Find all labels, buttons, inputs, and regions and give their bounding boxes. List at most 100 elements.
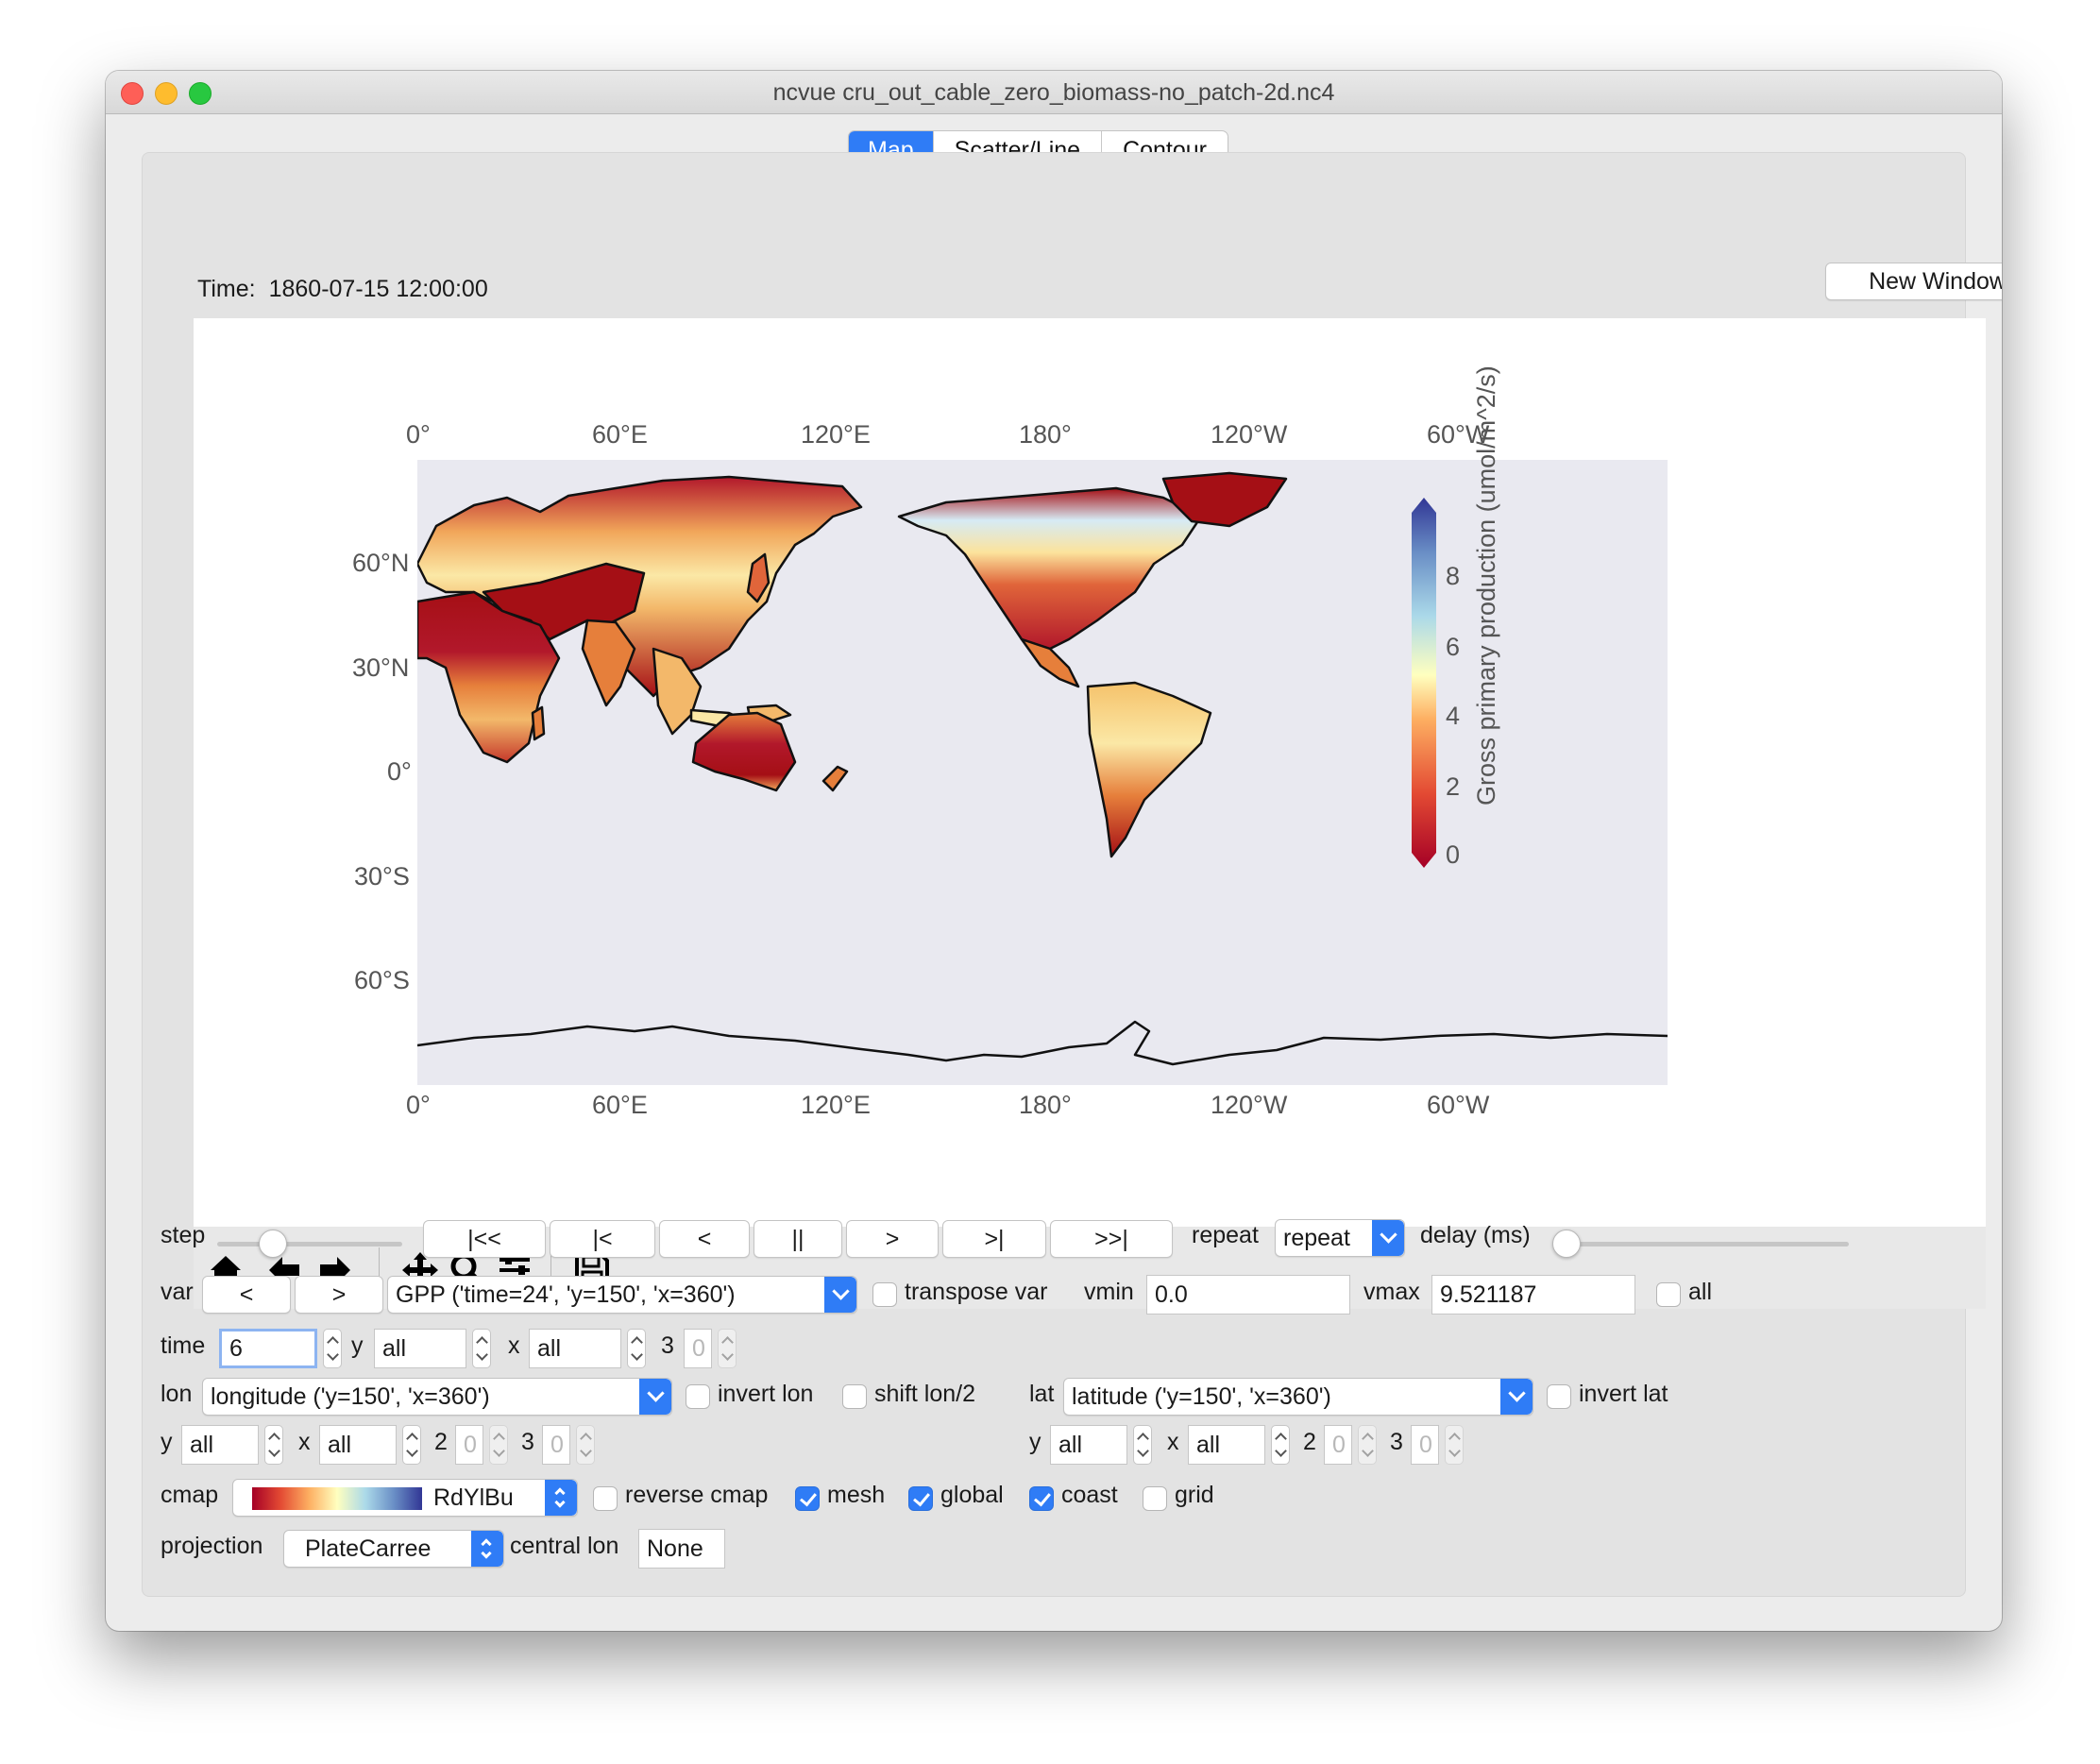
time-value: 1860-07-15 12:00:00 xyxy=(268,276,488,302)
time-label: Time: xyxy=(197,276,256,302)
latitude-select-value: latitude ('y=150', 'x=360') xyxy=(1072,1383,1331,1410)
mesh-label: mesh xyxy=(827,1482,886,1508)
chevron-down-icon xyxy=(639,1379,671,1415)
lat-dim3-stepper xyxy=(1445,1425,1464,1465)
variable-select[interactable]: GPP ('time=24', 'y=150', 'x=360') xyxy=(387,1276,857,1314)
transpose-var-label: transpose var xyxy=(905,1279,1048,1305)
lat-tick-label: 30°S xyxy=(354,862,410,890)
lon-y-stepper[interactable] xyxy=(264,1425,283,1465)
lon-x-input[interactable]: all xyxy=(319,1425,397,1465)
chevron-down-icon xyxy=(824,1277,856,1313)
grid-checkbox[interactable] xyxy=(1143,1486,1167,1511)
y-dim-input[interactable]: all xyxy=(374,1329,466,1368)
x-dim-label: x xyxy=(508,1332,520,1359)
top-tick-label: 120°E xyxy=(801,420,871,449)
grid-label: grid xyxy=(1175,1482,1214,1508)
global-checkbox[interactable] xyxy=(908,1486,933,1511)
y-dim-stepper[interactable] xyxy=(472,1329,491,1368)
top-tick-label: 180° xyxy=(1019,420,1072,449)
central-lon-label: central lon xyxy=(510,1533,619,1559)
lon-dim2-label: 2 xyxy=(434,1429,448,1455)
time-index-input[interactable]: 6 xyxy=(219,1329,317,1368)
dim3-input: 0 xyxy=(684,1329,712,1368)
lat-dim3-label: 3 xyxy=(1390,1429,1403,1455)
figure-canvas[interactable]: 0° 60°E 120°E 180° 120°W 60°W 0° 60°E 12… xyxy=(194,318,1986,1227)
lat-label: lat xyxy=(1029,1381,1055,1407)
vmin-input[interactable]: 0.0 xyxy=(1146,1275,1350,1315)
shift-lon-checkbox[interactable] xyxy=(842,1384,867,1409)
lon-label: lon xyxy=(161,1381,193,1407)
colormap-swatch xyxy=(252,1487,422,1510)
previous-step-button[interactable]: |< xyxy=(550,1220,655,1258)
x-dim-stepper[interactable] xyxy=(627,1329,646,1368)
chevron-updown-icon xyxy=(545,1480,577,1516)
lon-dim3-input: 0 xyxy=(542,1425,570,1465)
invert-lon-checkbox[interactable] xyxy=(686,1384,710,1409)
colorbar xyxy=(1412,498,1436,868)
longitude-select[interactable]: longitude ('y=150', 'x=360') xyxy=(202,1378,672,1416)
lat-y-stepper[interactable] xyxy=(1133,1425,1152,1465)
lon-dim2-input: 0 xyxy=(455,1425,483,1465)
bottom-tick-label: 180° xyxy=(1019,1091,1072,1119)
next-step-button[interactable]: >| xyxy=(942,1220,1046,1258)
vmax-input[interactable]: 9.521187 xyxy=(1431,1275,1635,1315)
lat-dim2-label: 2 xyxy=(1303,1429,1316,1455)
next-var-button[interactable]: > xyxy=(295,1276,383,1314)
cmap-label: cmap xyxy=(161,1482,219,1508)
lon-x-stepper[interactable] xyxy=(402,1425,421,1465)
all-label: all xyxy=(1688,1279,1713,1305)
repeat-select[interactable]: repeat xyxy=(1275,1219,1405,1257)
step-slider-handle[interactable] xyxy=(259,1230,287,1258)
lat-x-stepper[interactable] xyxy=(1271,1425,1290,1465)
transpose-var-checkbox[interactable] xyxy=(872,1282,897,1307)
central-lon-input[interactable]: None xyxy=(638,1529,725,1569)
play-forward-button[interactable]: > xyxy=(846,1220,939,1258)
all-checkbox[interactable] xyxy=(1656,1282,1681,1307)
last-frame-button[interactable]: >>| xyxy=(1050,1220,1173,1258)
colormap-select[interactable]: RdYlBu xyxy=(232,1479,578,1517)
pause-button[interactable]: || xyxy=(754,1220,842,1258)
play-backward-button[interactable]: < xyxy=(659,1220,750,1258)
chevron-updown-icon xyxy=(471,1531,503,1567)
projection-label: projection xyxy=(161,1533,263,1559)
colorbar-label: Gross primary production (umol/m^2/s) xyxy=(1472,365,1500,806)
coast-label: coast xyxy=(1061,1482,1118,1508)
delay-label: delay (ms) xyxy=(1420,1222,1531,1248)
lon-dim3-label: 3 xyxy=(521,1429,534,1455)
time-display: Time: 1860-07-15 12:00:00 xyxy=(197,276,501,303)
lat-y-input[interactable]: all xyxy=(1050,1425,1127,1465)
y-dim-label: y xyxy=(351,1332,364,1359)
title-bar: ncvue cru_out_cable_zero_biomass-no_patc… xyxy=(106,71,2002,114)
lat-x-input[interactable]: all xyxy=(1188,1425,1265,1465)
coast-checkbox[interactable] xyxy=(1029,1486,1054,1511)
lat-tick-label: 0° xyxy=(387,757,412,786)
lat-dim2-stepper xyxy=(1358,1425,1377,1465)
colorbar-tick-label: 4 xyxy=(1446,702,1461,730)
step-slider-track[interactable] xyxy=(217,1242,402,1247)
time-dim-label: time xyxy=(161,1332,206,1359)
bottom-tick-label: 60°E xyxy=(592,1091,648,1119)
lat-tick-label: 30°N xyxy=(352,653,410,682)
projection-select[interactable]: PlateCarree xyxy=(283,1530,504,1568)
lon-dim3-stepper xyxy=(576,1425,595,1465)
previous-var-button[interactable]: < xyxy=(202,1276,291,1314)
lat-y-label: y xyxy=(1029,1429,1042,1455)
time-index-stepper[interactable] xyxy=(323,1329,342,1368)
invert-lat-checkbox[interactable] xyxy=(1547,1384,1571,1409)
latitude-select[interactable]: latitude ('y=150', 'x=360') xyxy=(1063,1378,1533,1416)
delay-slider-handle[interactable] xyxy=(1552,1230,1581,1258)
lon-y-input[interactable]: all xyxy=(181,1425,259,1465)
window-title: ncvue cru_out_cable_zero_biomass-no_patc… xyxy=(772,79,1335,106)
x-dim-input[interactable]: all xyxy=(529,1329,621,1368)
delay-slider-track[interactable] xyxy=(1556,1242,1849,1247)
new-window-button[interactable]: New Window xyxy=(1825,263,2002,300)
mesh-checkbox[interactable] xyxy=(795,1486,820,1511)
reverse-cmap-checkbox[interactable] xyxy=(593,1486,618,1511)
invert-lat-label: invert lat xyxy=(1579,1381,1668,1407)
colorbar-tick-label: 8 xyxy=(1446,562,1461,590)
repeat-label: repeat xyxy=(1192,1222,1259,1248)
first-frame-button[interactable]: |<< xyxy=(423,1220,546,1258)
colormap-select-value: RdYlBu xyxy=(433,1484,514,1511)
vmin-label: vmin xyxy=(1084,1279,1134,1305)
chevron-down-icon xyxy=(1500,1379,1533,1415)
